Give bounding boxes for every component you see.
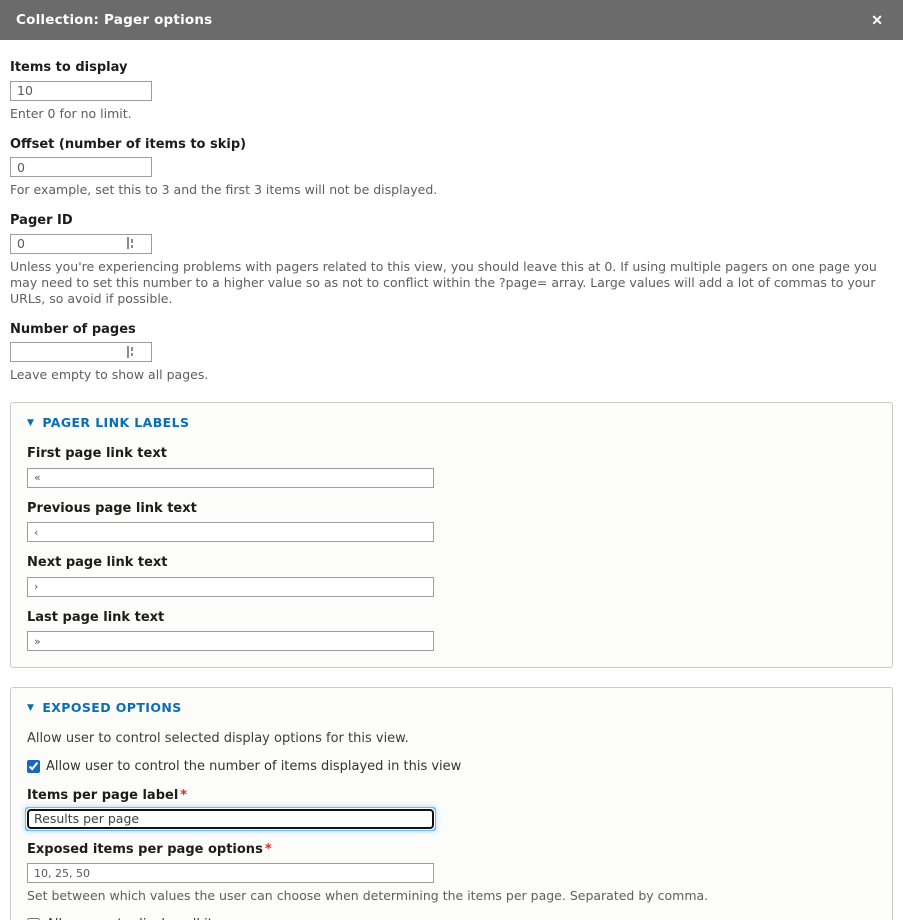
field-previous-page-link-text: Previous page link text: [27, 501, 876, 543]
fieldset-legend-pager-link-labels[interactable]: ▼ PAGER LINK LABELS: [27, 415, 876, 430]
required-mark: *: [180, 788, 187, 803]
first-page-link-label: First page link text: [27, 446, 876, 461]
field-number-of-pages: Number of pages Leave empty to show all …: [10, 322, 893, 384]
items-to-display-label: Items to display: [10, 60, 893, 75]
dialog-content: Items to display Enter 0 for no limit. O…: [0, 40, 903, 920]
offset-label: Offset (number of items to skip): [10, 137, 893, 152]
offset-input[interactable]: [10, 157, 152, 177]
items-per-page-label-input[interactable]: [27, 809, 434, 829]
field-exposed-items-per-page-options: Exposed items per page options* Set betw…: [27, 842, 876, 905]
next-page-link-input[interactable]: [27, 577, 434, 597]
last-page-link-input[interactable]: [27, 631, 434, 651]
fieldset-pager-link-labels: ▼ PAGER LINK LABELS First page link text…: [10, 402, 893, 668]
legend-text: EXPOSED OPTIONS: [42, 700, 181, 715]
control-items-checkbox-row[interactable]: Allow user to control the number of item…: [27, 759, 876, 774]
number-of-pages-label: Number of pages: [10, 322, 893, 337]
legend-text: PAGER LINK LABELS: [42, 415, 189, 430]
dialog-title: Collection: Pager options: [16, 12, 212, 28]
field-first-page-link-text: First page link text: [27, 446, 876, 488]
exposed-items-options-input[interactable]: [27, 863, 434, 883]
items-per-page-label-label: Items per page label*: [27, 788, 876, 803]
exposed-items-options-label: Exposed items per page options*: [27, 842, 876, 857]
previous-page-link-input[interactable]: [27, 522, 434, 542]
field-pager-id: Pager ID Unless you're experiencing prob…: [10, 213, 893, 307]
required-mark: *: [265, 842, 272, 857]
number-of-pages-description: Leave empty to show all pages.: [10, 367, 893, 383]
previous-page-link-label: Previous page link text: [27, 501, 876, 516]
pager-id-description: Unless you're experiencing problems with…: [10, 259, 893, 307]
close-icon[interactable]: ✕: [867, 11, 887, 29]
field-last-page-link-text: Last page link text: [27, 610, 876, 652]
next-page-link-label: Next page link text: [27, 555, 876, 570]
offset-description: For example, set this to 3 and the first…: [10, 182, 893, 198]
items-to-display-input[interactable]: [10, 81, 152, 101]
exposed-options-intro: Allow user to control selected display o…: [27, 731, 876, 746]
number-spinner-icon[interactable]: [127, 237, 133, 249]
first-page-link-input[interactable]: [27, 468, 434, 488]
checkbox-label: Allow user to control the number of item…: [46, 759, 461, 774]
exposed-items-options-description: Set between which values the user can ch…: [27, 888, 876, 904]
number-spinner-icon[interactable]: [127, 346, 133, 358]
fieldset-legend-exposed-options[interactable]: ▼ EXPOSED OPTIONS: [27, 700, 876, 715]
items-to-display-description: Enter 0 for no limit.: [10, 106, 893, 122]
dialog-titlebar[interactable]: Collection: Pager options ✕: [0, 0, 903, 40]
collapse-arrow-icon: ▼: [27, 703, 34, 713]
fieldset-exposed-options: ▼ EXPOSED OPTIONS Allow user to control …: [10, 687, 893, 920]
field-items-to-display: Items to display Enter 0 for no limit.: [10, 60, 893, 122]
pager-id-label: Pager ID: [10, 213, 893, 228]
collapse-arrow-icon: ▼: [27, 418, 34, 428]
field-next-page-link-text: Next page link text: [27, 555, 876, 597]
last-page-link-label: Last page link text: [27, 610, 876, 625]
control-items-checkbox[interactable]: [27, 760, 40, 773]
field-items-per-page-label: Items per page label*: [27, 788, 876, 829]
field-offset: Offset (number of items to skip) For exa…: [10, 137, 893, 199]
